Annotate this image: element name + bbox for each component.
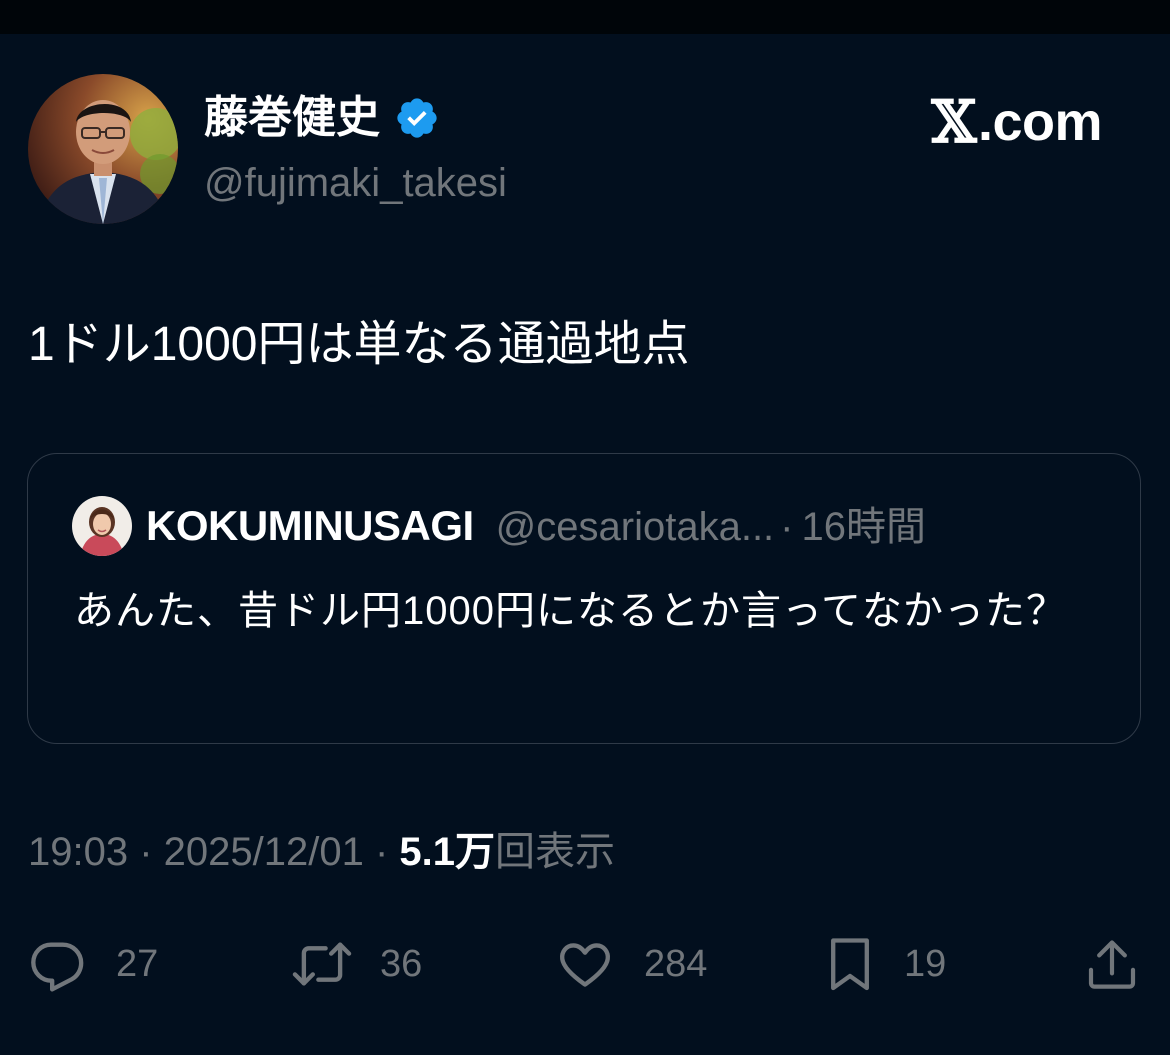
author-avatar[interactable] (28, 74, 178, 224)
repost-count: 36 (380, 943, 423, 985)
share-icon (1088, 940, 1136, 989)
author-handle[interactable]: @fujimaki_takesi (204, 158, 507, 208)
tweet-date[interactable]: 2025/12/01 (164, 830, 364, 874)
action-bar: 27 36 284 19 (0, 934, 1170, 994)
quote-author-name[interactable]: KOKUMINUSAGI (146, 498, 474, 554)
views-label[interactable]: 回表示 (495, 830, 615, 874)
author-name-row[interactable]: 藤巻健史 (204, 90, 440, 146)
quote-text: あんた、昔ドル円1000円になるとか言ってなかった？ (74, 589, 1067, 633)
views-count[interactable]: 5.1万 (399, 830, 495, 874)
meta-separator: · (128, 830, 164, 874)
x-com-logo: 𝕏 .com (931, 92, 1102, 152)
reply-icon (31, 942, 84, 992)
bookmark-button[interactable]: 19 (826, 934, 946, 994)
repost-button[interactable]: 36 (290, 934, 422, 994)
quote-avatar-photo (72, 496, 132, 556)
share-button[interactable] (1084, 934, 1140, 994)
bookmark-icon (831, 938, 869, 991)
status-strip (0, 0, 1170, 34)
heart-icon (560, 943, 610, 987)
reply-button[interactable]: 27 (28, 934, 158, 994)
tweet-meta: 19:03 · 2025/12/01 · 5.1万回表示 (28, 824, 615, 880)
x-logo-icon: 𝕏 (931, 88, 976, 156)
bookmark-count: 19 (904, 943, 947, 985)
verified-badge-icon (394, 95, 440, 141)
like-count: 284 (644, 943, 708, 985)
quote-header: KOKUMINUSAGI @cesariotaka... · 16時間 (146, 498, 926, 555)
repost-icon (292, 942, 352, 986)
brand-domain: .com (977, 92, 1103, 152)
avatar-photo (28, 74, 178, 224)
quote-separator: · (780, 505, 794, 549)
quote-author-avatar[interactable] (72, 496, 132, 556)
tweet-time[interactable]: 19:03 (28, 830, 128, 874)
post-card: 藤巻健史 @fujimaki_takesi 𝕏 .com 1ドル1000円は単な… (0, 34, 1170, 1055)
tweet-text: 1ドル1000円は単なる通過地点 (28, 318, 690, 371)
quote-author-handle[interactable]: @cesariotaka... (496, 499, 775, 555)
quoted-tweet[interactable]: KOKUMINUSAGI @cesariotaka... · 16時間 あんた、… (27, 453, 1141, 744)
reply-count: 27 (116, 943, 159, 985)
like-button[interactable]: 284 (556, 934, 707, 994)
meta-separator: · (363, 830, 400, 874)
author-display-name[interactable]: 藤巻健史 (204, 90, 380, 146)
quote-timestamp[interactable]: 16時間 (802, 499, 927, 555)
